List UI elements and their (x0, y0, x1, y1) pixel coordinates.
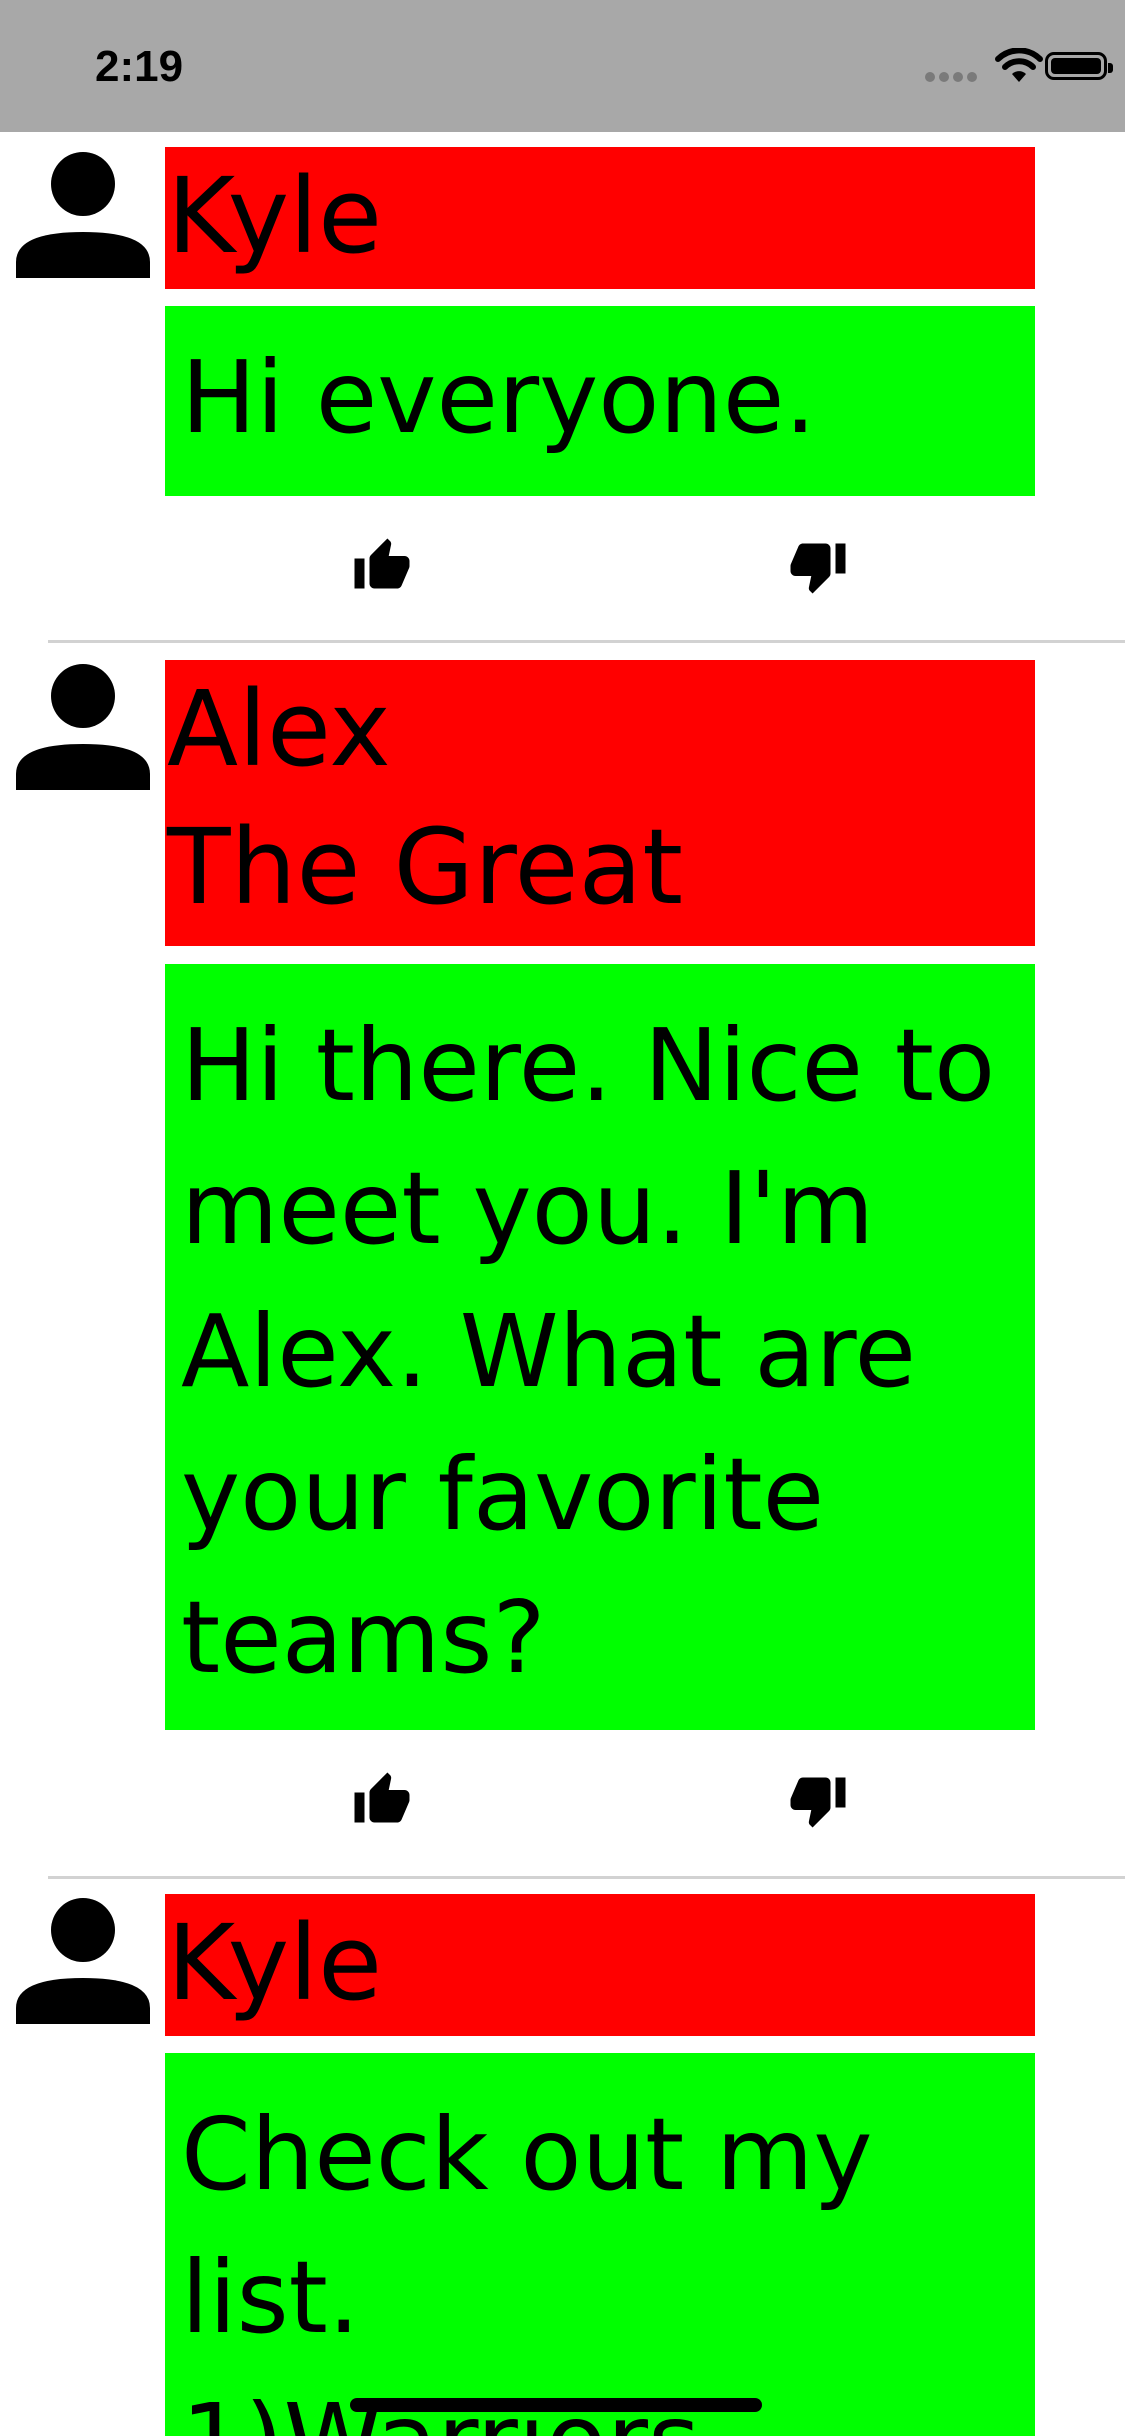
status-bar: 2:19 (0, 0, 1125, 132)
person-icon (16, 664, 150, 790)
status-time: 2:19 (95, 42, 184, 91)
thumbs-down-icon[interactable] (788, 536, 848, 596)
home-indicator[interactable] (350, 2398, 762, 2412)
row-divider (48, 1876, 1125, 1879)
thumbs-up-icon[interactable] (352, 1770, 412, 1830)
wifi-icon (995, 48, 1043, 82)
author-name: Kyle (165, 147, 1035, 289)
person-icon (16, 152, 150, 278)
battery-icon (1045, 52, 1113, 80)
author-name: Kyle (165, 1894, 1035, 2036)
person-icon (16, 1898, 150, 2024)
message-text: Hi there. Nice to meet you. I'm Alex. Wh… (165, 964, 1035, 1730)
cellular-signal-icon (925, 72, 985, 82)
message-text: Check out my list. 1)Warriors (165, 2053, 1035, 2436)
thumbs-down-icon[interactable] (788, 1770, 848, 1830)
author-name: Alex The Great (165, 660, 1035, 946)
row-divider (48, 640, 1125, 643)
thumbs-up-icon[interactable] (352, 536, 412, 596)
message-text: Hi everyone. (165, 306, 1035, 496)
